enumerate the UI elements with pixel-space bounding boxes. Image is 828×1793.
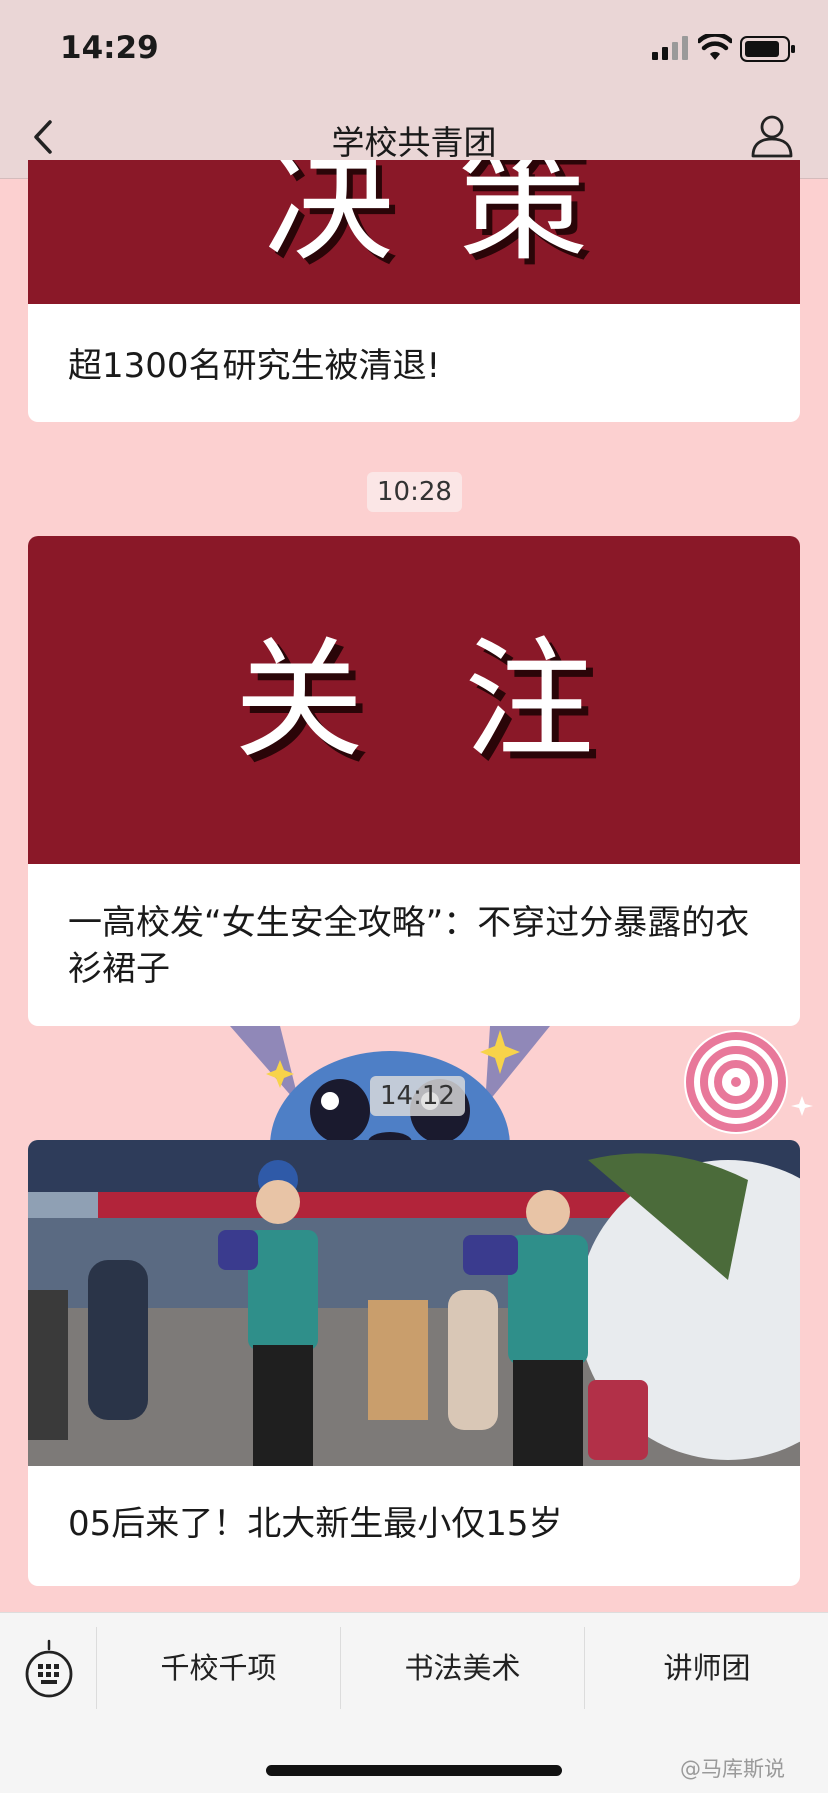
article-card[interactable]: 关注 一高校发“女生安全攻略”：不穿过分暴露的衣衫裙子: [28, 536, 800, 1026]
timestamp: 14:12: [370, 1076, 465, 1116]
wifi-icon: [698, 34, 732, 60]
article-title: 05后来了！北大新生最小仅15岁: [68, 1504, 563, 1544]
article-card[interactable]: 决 策 超1300名研究生被清退!: [28, 160, 800, 422]
status-bar: 14:29: [0, 0, 828, 100]
article-photo: [28, 1140, 800, 1466]
status-time: 14:29: [60, 30, 159, 66]
timestamp: 10:28: [367, 472, 462, 512]
menu-item-jiangshi[interactable]: 讲师团: [584, 1627, 828, 1709]
article-card[interactable]: 05后来了！北大新生最小仅15岁: [28, 1140, 800, 1586]
lollipop-cartoon: [684, 1030, 813, 1134]
profile-icon[interactable]: [748, 110, 796, 162]
watermark: @马库斯说: [680, 1757, 785, 1781]
article-banner: 关注: [28, 536, 800, 864]
keyboard-icon[interactable]: [24, 1639, 74, 1699]
bottom-menu: 千校千项 书法美术 讲师团 @马库斯说: [0, 1612, 828, 1793]
page-title: 学校共青团: [331, 123, 497, 162]
menu-item-qianxiao[interactable]: 千校千项: [96, 1627, 340, 1709]
article-title: 一高校发“女生安全攻略”：不穿过分暴露的衣衫裙子: [68, 903, 750, 989]
battery-icon: [740, 36, 795, 62]
article-banner: 决 策: [28, 160, 800, 304]
menu-item-shufa[interactable]: 书法美术: [340, 1627, 584, 1709]
article-title: 超1300名研究生被清退!: [68, 346, 441, 386]
home-indicator: [266, 1765, 562, 1776]
signal-icon: [652, 36, 688, 60]
